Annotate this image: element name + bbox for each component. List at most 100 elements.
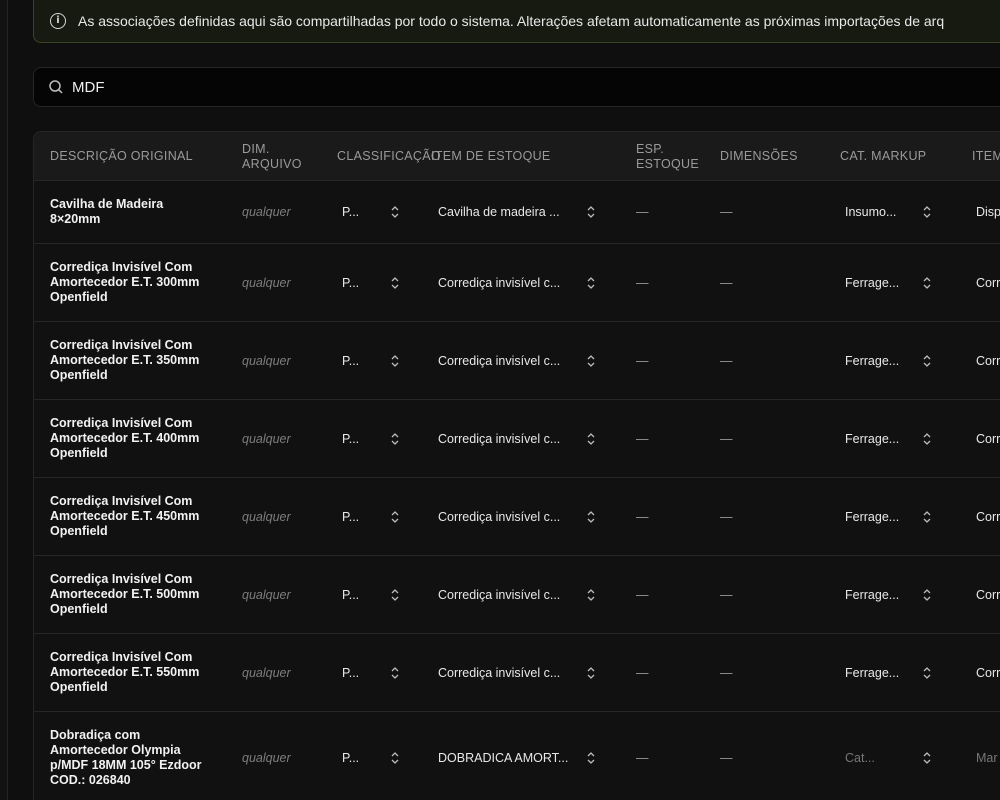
description-line: Openfield <box>50 290 108 304</box>
header-dim-arquivo[interactable]: DIM. ARQUIVO <box>242 132 302 181</box>
cell-dimensoes: — <box>720 244 733 321</box>
table-row[interactable]: Corrediça Invisível Com Amortecedor E.T. … <box>34 322 1000 400</box>
dim-arquivo-value: qualquer <box>242 431 291 446</box>
table-row[interactable]: Corrediça Invisível Com Amortecedor E.T. … <box>34 634 1000 712</box>
classificacao-select[interactable]: P... <box>342 712 400 800</box>
dimensoes-value: — <box>720 431 733 446</box>
cell-dimensoes: — <box>720 181 733 243</box>
esp-estoque-value: — <box>636 353 649 368</box>
table-header: DESCRIÇÃO ORIGINAL DIM. ARQUIVO CLASSIFI… <box>34 132 1000 181</box>
classificacao-value: P... <box>342 431 360 446</box>
chevron-up-down-icon <box>390 588 400 602</box>
info-banner: i As associações definidas aqui são comp… <box>33 0 1000 43</box>
cell-dimensoes: — <box>720 712 733 800</box>
cat-markup-value: Ferrage... <box>845 509 900 524</box>
header-item-cut[interactable]: ITEM <box>972 132 1000 181</box>
header-cat-markup[interactable]: CAT. MARKUP <box>840 132 926 181</box>
cat-markup-select[interactable]: Insumo... <box>845 181 932 243</box>
item-select[interactable]: Corr <box>976 478 1000 555</box>
chevron-up-down-icon <box>922 510 932 524</box>
item-estoque-select[interactable]: Corrediça invisível c... <box>438 400 596 477</box>
classificacao-value: P... <box>342 275 360 290</box>
chevron-up-down-icon <box>390 276 400 290</box>
description-text: Dobradiça com Amortecedor Olympia p/MDF 18… <box>50 728 220 788</box>
item-select[interactable]: Corr <box>976 400 1000 477</box>
chevron-up-down-icon <box>390 510 400 524</box>
item-estoque-select[interactable]: Corrediça invisível c... <box>438 556 596 633</box>
cell-esp-estoque: — <box>636 322 649 399</box>
description-text: Cavilha de Madeira 8×20mm <box>50 197 220 227</box>
item-estoque-select[interactable]: Corrediça invisível c... <box>438 478 596 555</box>
classificacao-select[interactable]: P... <box>342 478 400 555</box>
table-row[interactable]: Corrediça Invisível Com Amortecedor E.T. … <box>34 244 1000 322</box>
cell-dimensoes: — <box>720 322 733 399</box>
search-input[interactable] <box>72 78 672 96</box>
header-esp-estoque-line1: ESP. <box>636 141 665 156</box>
item-select[interactable]: Disp <box>976 181 1000 243</box>
chevron-up-down-icon <box>390 751 400 765</box>
cell-dim-arquivo: qualquer <box>242 712 291 800</box>
item-select[interactable]: Corr <box>976 556 1000 633</box>
esp-estoque-value: — <box>636 509 649 524</box>
cat-markup-select[interactable]: Cat... <box>845 712 932 800</box>
cat-markup-select[interactable]: Ferrage... <box>845 244 932 321</box>
description-line: Openfield <box>50 680 108 694</box>
cell-esp-estoque: — <box>636 244 649 321</box>
cat-markup-select[interactable]: Ferrage... <box>845 400 932 477</box>
table-row[interactable]: Dobradiça com Amortecedor Olympia p/MDF 18… <box>34 712 1000 800</box>
item-select[interactable]: Corr <box>976 634 1000 711</box>
description-line: Corrediça Invisível Com <box>50 650 193 664</box>
item-estoque-select[interactable]: Corrediça invisível c... <box>438 322 596 399</box>
item-select[interactable]: Corr <box>976 244 1000 321</box>
classificacao-select[interactable]: P... <box>342 181 400 243</box>
classificacao-select[interactable]: P... <box>342 322 400 399</box>
search-box[interactable] <box>33 67 1000 107</box>
header-dimensoes[interactable]: DIMENSÕES <box>720 132 798 181</box>
dim-arquivo-value: qualquer <box>242 275 291 290</box>
esp-estoque-value: — <box>636 431 649 446</box>
cell-esp-estoque: — <box>636 634 649 711</box>
description-line: Amortecedor E.T. 550mm <box>50 665 200 679</box>
classificacao-select[interactable]: P... <box>342 634 400 711</box>
cell-dim-arquivo: qualquer <box>242 478 291 555</box>
item-select[interactable]: Mar <box>976 712 998 800</box>
header-dim-arquivo-line1: DIM. <box>242 141 270 156</box>
chevron-up-down-icon <box>922 666 932 680</box>
dimensoes-value: — <box>720 751 733 765</box>
classificacao-value: P... <box>342 751 360 765</box>
header-descricao-original[interactable]: DESCRIÇÃO ORIGINAL <box>50 132 193 181</box>
cat-markup-select[interactable]: Ferrage... <box>845 556 932 633</box>
esp-estoque-value: — <box>636 751 649 765</box>
table-row[interactable]: Corrediça Invisível Com Amortecedor E.T. … <box>34 556 1000 634</box>
description-text: Corrediça Invisível Com Amortecedor E.T. … <box>50 416 220 461</box>
cat-markup-select[interactable]: Ferrage... <box>845 322 932 399</box>
header-item-estoque[interactable]: ITEM DE ESTOQUE <box>431 132 551 181</box>
classificacao-select[interactable]: P... <box>342 400 400 477</box>
item-estoque-select[interactable]: Corrediça invisível c... <box>438 244 596 321</box>
dim-arquivo-value: qualquer <box>242 509 291 524</box>
item-estoque-select[interactable]: Cavilha de madeira ... <box>438 181 596 243</box>
table-row[interactable]: Corrediça Invisível Com Amortecedor E.T. … <box>34 478 1000 556</box>
chevron-up-down-icon <box>922 432 932 446</box>
header-classificacao[interactable]: CLASSIFICAÇÃO <box>337 132 441 181</box>
cell-descricao-original: Dobradiça com Amortecedor Olympia p/MDF 18… <box>50 712 220 800</box>
description-line: Corrediça Invisível Com <box>50 494 193 508</box>
classificacao-select[interactable]: P... <box>342 244 400 321</box>
header-esp-estoque[interactable]: ESP. ESTOQUE <box>636 132 699 181</box>
item-estoque-select[interactable]: DOBRADICA AMORT... <box>438 712 596 800</box>
chevron-up-down-icon <box>390 354 400 368</box>
item-estoque-value: Corrediça invisível c... <box>438 353 561 368</box>
chevron-up-down-icon <box>390 432 400 446</box>
item-select[interactable]: Corr <box>976 322 1000 399</box>
description-line: Corrediça Invisível Com <box>50 416 193 430</box>
cat-markup-select[interactable]: Ferrage... <box>845 478 932 555</box>
cat-markup-select[interactable]: Ferrage... <box>845 634 932 711</box>
item-estoque-select[interactable]: Corrediça invisível c... <box>438 634 596 711</box>
esp-estoque-value: — <box>636 275 649 290</box>
table-row[interactable]: Corrediça Invisível Com Amortecedor E.T. … <box>34 400 1000 478</box>
table-row[interactable]: Cavilha de Madeira 8×20mm qualquer P... C… <box>34 181 1000 244</box>
cell-esp-estoque: — <box>636 400 649 477</box>
description-line: Amortecedor E.T. 400mm <box>50 431 200 445</box>
classificacao-select[interactable]: P... <box>342 556 400 633</box>
classificacao-value: P... <box>342 205 360 219</box>
